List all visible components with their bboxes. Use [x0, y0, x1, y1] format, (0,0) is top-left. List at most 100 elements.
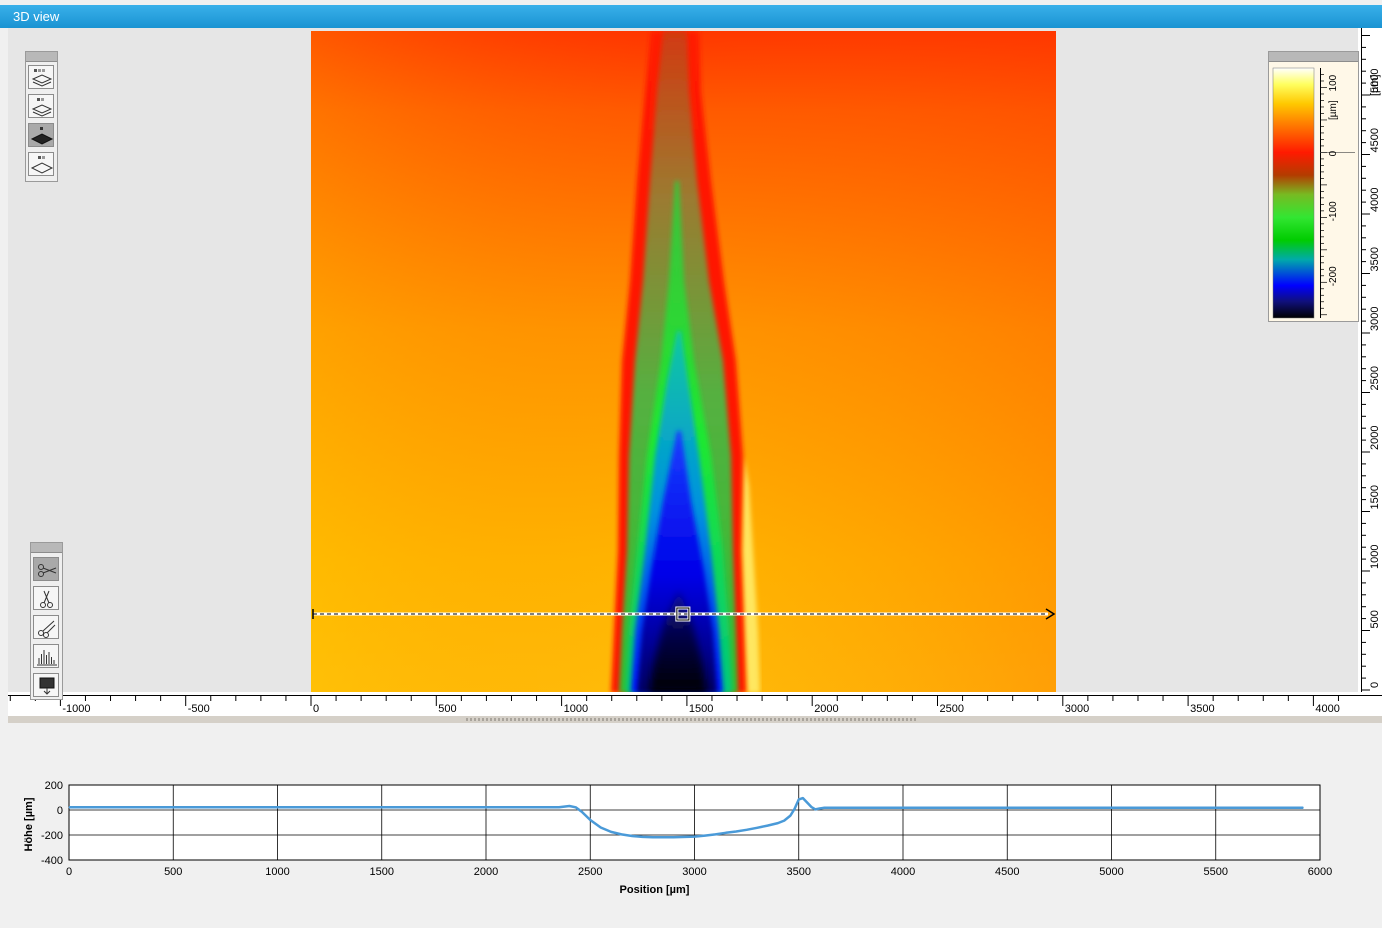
profile-x-tick-label: 6000 — [1308, 866, 1332, 878]
profile-y-tick-label: -400 — [41, 855, 63, 867]
y-axis-tick-label: 4000 — [1369, 188, 1381, 212]
splitter-grip[interactable] — [466, 718, 918, 721]
view-mode-toolbar — [25, 51, 58, 182]
profile-data-point — [714, 833, 716, 835]
x-axis: -2000-1500-1000-500050010001500200025003… — [8, 692, 1382, 716]
profile-data-point — [746, 829, 748, 831]
profile-data-point — [575, 806, 577, 808]
x-axis-tick-label: 1000 — [564, 703, 588, 715]
y-axis-tick-label: 0 — [1369, 682, 1381, 688]
profile-data-point — [641, 836, 643, 838]
x-axis-tick-label: 2000 — [814, 703, 838, 715]
color-scale-tick-label: -200 — [1328, 266, 1339, 286]
profile-data-point — [621, 833, 622, 835]
profile-data-point — [568, 805, 570, 807]
profile-x-tick-label: 4500 — [995, 866, 1019, 878]
profile-data-point — [1302, 807, 1304, 809]
profile-data-point — [704, 835, 706, 837]
layer-outline-button[interactable] — [28, 152, 54, 176]
y-axis-tick-label: 500 — [1369, 610, 1381, 628]
profile-data-point — [810, 806, 812, 808]
y-axis-tick-label: 1500 — [1369, 485, 1381, 509]
x-axis-tick-label: 4000 — [1315, 703, 1339, 715]
profile-data-point — [767, 825, 768, 827]
profile-data-point — [794, 808, 796, 810]
profile-data-point — [814, 808, 816, 810]
profile-data-point — [610, 831, 612, 833]
profile-data-point — [725, 832, 727, 834]
profile-x-axis-label: Position [µm] — [620, 884, 690, 896]
profile-data-point — [777, 822, 779, 824]
height-map-surface[interactable] — [311, 31, 1056, 693]
color-scale-tick-label: -100 — [1328, 201, 1339, 221]
y-axis-tick-label: 3500 — [1369, 247, 1381, 271]
layers-stack-button[interactable] — [28, 65, 54, 89]
x-axis-tick-label: -1000 — [62, 703, 90, 715]
profile-data-point — [806, 802, 808, 803]
y-axis-tick-label: 4500 — [1369, 128, 1381, 152]
profile-data-point — [631, 835, 633, 837]
color-scale-tick-label: 100 — [1328, 74, 1339, 91]
profile-data-point — [558, 806, 560, 808]
y-axis-tick-label: 2500 — [1369, 366, 1381, 390]
layers-outline-button[interactable] — [28, 94, 54, 118]
profile-y-tick-label: 200 — [45, 780, 63, 792]
legend-grip[interactable] — [1269, 52, 1358, 62]
scissors-vertical-button[interactable] — [33, 586, 59, 610]
color-scale-legend: 100 0 -100 -200 [µm] — [1268, 51, 1359, 322]
profile-data-point — [819, 808, 821, 809]
x-axis-tick-label: 1500 — [689, 703, 713, 715]
window-title-bar: 3D view — [0, 5, 1382, 28]
profile-data-point — [652, 836, 654, 838]
profile-data-point — [694, 836, 695, 838]
profile-data-point — [581, 811, 583, 813]
profile-x-tick-label: 2500 — [578, 866, 602, 878]
histogram-button[interactable] — [33, 644, 59, 668]
scissors-horizontal-button[interactable] — [33, 557, 59, 581]
profile-x-tick-label: 4000 — [891, 866, 915, 878]
profile-tools-toolbar — [30, 542, 63, 700]
x-axis-tick-label: 0 — [313, 703, 319, 715]
profile-x-tick-label: 2000 — [474, 866, 498, 878]
profile-y-tick-label: 0 — [57, 805, 63, 817]
profile-data-point — [756, 827, 758, 829]
profile-data-point — [735, 831, 737, 832]
profile-data-point — [783, 820, 785, 822]
profile-data-point — [802, 797, 804, 799]
layers-stack-icon — [31, 69, 53, 87]
y-axis-tick-label: 1000 — [1369, 545, 1381, 569]
profile-data-point — [673, 836, 675, 838]
toolbar-grip[interactable] — [26, 52, 57, 62]
x-axis-tick-label: 3500 — [1190, 703, 1214, 715]
height-profile-chart: 0 500 1000 1500 2000 2500 3000 3500 4000 4500 5000… — [23, 780, 1332, 896]
layer-outline-icon — [30, 156, 54, 174]
y-axis-tick-label: 3000 — [1369, 307, 1381, 331]
profile-x-tick-label: 3000 — [682, 866, 706, 878]
layers-outline-icon — [31, 98, 53, 117]
scissors-horizontal-icon — [38, 564, 57, 577]
profile-x-tick-label: 1500 — [370, 866, 394, 878]
profile-x-tick-label: 3500 — [787, 866, 811, 878]
profile-data-point — [823, 807, 825, 809]
toolbar-grip[interactable] — [31, 543, 62, 553]
color-scale-bar: 100 0 -100 -200 [µm] — [1272, 67, 1355, 319]
y-axis-unit: [µm] — [1369, 74, 1381, 96]
color-scale-unit: [µm] — [1328, 100, 1339, 120]
color-scale-tick-label: 0 — [1328, 150, 1339, 156]
profile-data-point — [798, 798, 800, 800]
layer-filled-button[interactable] — [28, 123, 54, 147]
profile-x-tick-label: 0 — [66, 866, 72, 878]
profile-panel: 0 500 1000 1500 2000 2500 3000 3500 4000 4500 5000… — [8, 723, 1382, 923]
profile-x-tick-label: 500 — [164, 866, 182, 878]
export-icon — [39, 677, 55, 695]
profile-y-axis-label: Höhe [µm] — [23, 797, 35, 851]
x-axis-tick-label: 3000 — [1065, 703, 1089, 715]
export-button[interactable] — [33, 673, 59, 697]
color-scale-gradient — [1272, 67, 1315, 319]
profile-x-tick-label: 5000 — [1099, 866, 1123, 878]
x-axis-tick-label: 500 — [438, 703, 456, 715]
scissors-diagonal-icon — [38, 620, 56, 638]
scissors-diagonal-button[interactable] — [33, 615, 59, 639]
profile-y-tick-label: -200 — [41, 830, 63, 842]
x-axis-tick-label: -500 — [188, 703, 210, 715]
